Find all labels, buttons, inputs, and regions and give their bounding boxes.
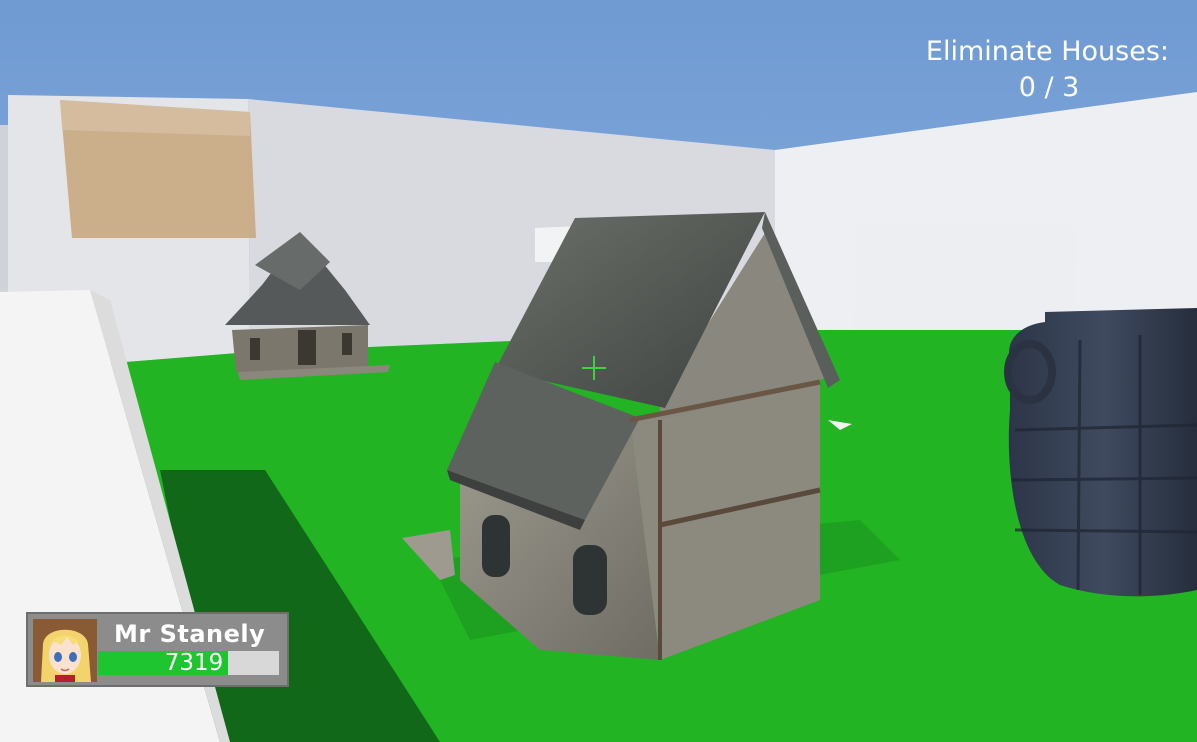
objective-counter: Eliminate Houses: 0 / 3: [869, 34, 1169, 106]
grenade: [1004, 308, 1197, 597]
objective-label: Eliminate Houses:: [925, 36, 1169, 67]
avatar: [33, 619, 97, 682]
crosshair-icon: [582, 356, 606, 380]
objective-progress: 0 / 3: [1018, 72, 1080, 103]
player-name: Mr Stanely: [114, 620, 266, 648]
health-bar: 7319: [98, 651, 279, 676]
player-status-panel: Mr Stanely 7319: [26, 612, 289, 687]
health-value: 7319: [164, 650, 224, 676]
